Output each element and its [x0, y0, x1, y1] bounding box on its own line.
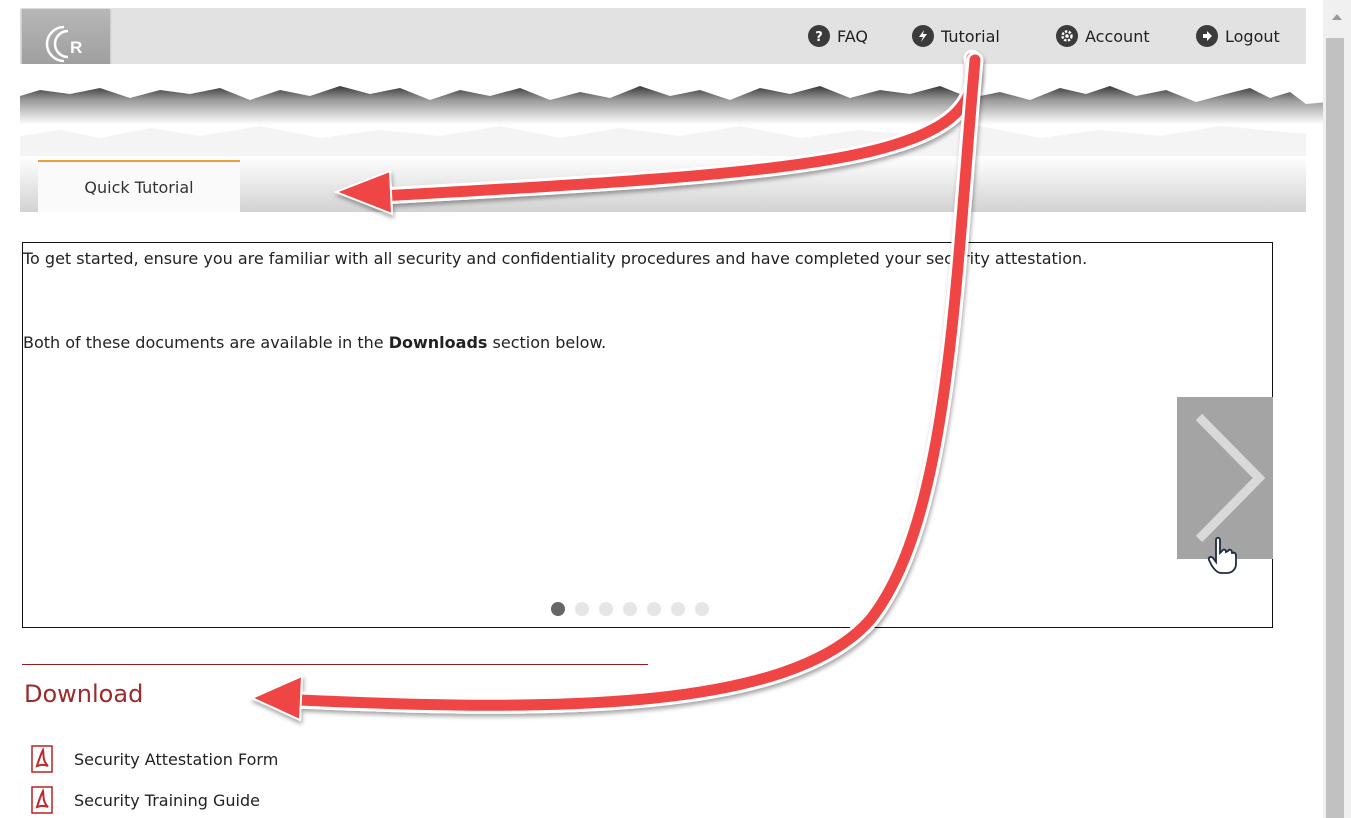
- svg-text:?: ?: [815, 30, 823, 43]
- tutorial-paragraph-2-prefix: Both of these documents are available in…: [23, 333, 389, 352]
- logo-icon: R: [45, 25, 82, 63]
- tutorial-slide-panel: To get started, ensure you are familiar …: [22, 242, 1273, 628]
- nav-tutorial[interactable]: Tutorial: [912, 8, 1000, 64]
- torn-paper-divider: [20, 64, 1351, 156]
- nav-faq[interactable]: ? FAQ: [808, 8, 868, 64]
- tutorial-paragraph-2: Both of these documents are available in…: [23, 331, 606, 355]
- download-item-label: Security Training Guide: [74, 790, 260, 810]
- nav-account[interactable]: Account: [1056, 8, 1150, 64]
- next-slide-button[interactable]: [1177, 397, 1273, 559]
- slide-dot-6[interactable]: [671, 602, 685, 616]
- downloads-emphasis: Downloads: [388, 333, 488, 352]
- tutorial-paragraph-2-suffix: section below.: [487, 333, 607, 352]
- download-item-attestation-form[interactable]: Security Attestation Form: [28, 744, 278, 774]
- nav-account-label: Account: [1085, 26, 1150, 46]
- slide-dot-2[interactable]: [575, 602, 589, 616]
- caret-up-icon: [1332, 14, 1342, 20]
- nav-logout-label: Logout: [1225, 26, 1280, 46]
- pdf-icon: [31, 786, 53, 814]
- nav-tutorial-label: Tutorial: [941, 26, 1000, 46]
- slide-dot-1[interactable]: [551, 602, 565, 616]
- download-heading: Download: [24, 680, 144, 708]
- gear-icon: [1056, 25, 1078, 47]
- slide-pagination: [551, 602, 709, 616]
- chevron-right-icon: [1195, 413, 1266, 543]
- slide-dot-3[interactable]: [599, 602, 613, 616]
- hand-pointer-cursor: [1207, 536, 1237, 574]
- slide-dot-7[interactable]: [695, 602, 709, 616]
- download-item-label: Security Attestation Form: [74, 749, 279, 769]
- tab-quick-tutorial[interactable]: Quick Tutorial: [38, 160, 240, 212]
- download-divider: [22, 664, 648, 665]
- download-item-training-guide[interactable]: Security Training Guide: [28, 785, 260, 815]
- tutorial-paragraph-1: To get started, ensure you are familiar …: [23, 249, 1088, 268]
- logo-letter: R: [70, 38, 82, 57]
- nav-logout[interactable]: Logout: [1196, 8, 1280, 64]
- slide-dot-4[interactable]: [623, 602, 637, 616]
- scrollbar-thumb[interactable]: [1326, 38, 1344, 818]
- pdf-icon: [31, 745, 53, 773]
- bolt-icon: [912, 25, 934, 47]
- scroll-up-button[interactable]: [1323, 0, 1351, 34]
- nav-faq-label: FAQ: [837, 26, 868, 46]
- slide-dot-5[interactable]: [647, 602, 661, 616]
- logout-icon: [1196, 25, 1218, 47]
- question-icon: ?: [808, 25, 830, 47]
